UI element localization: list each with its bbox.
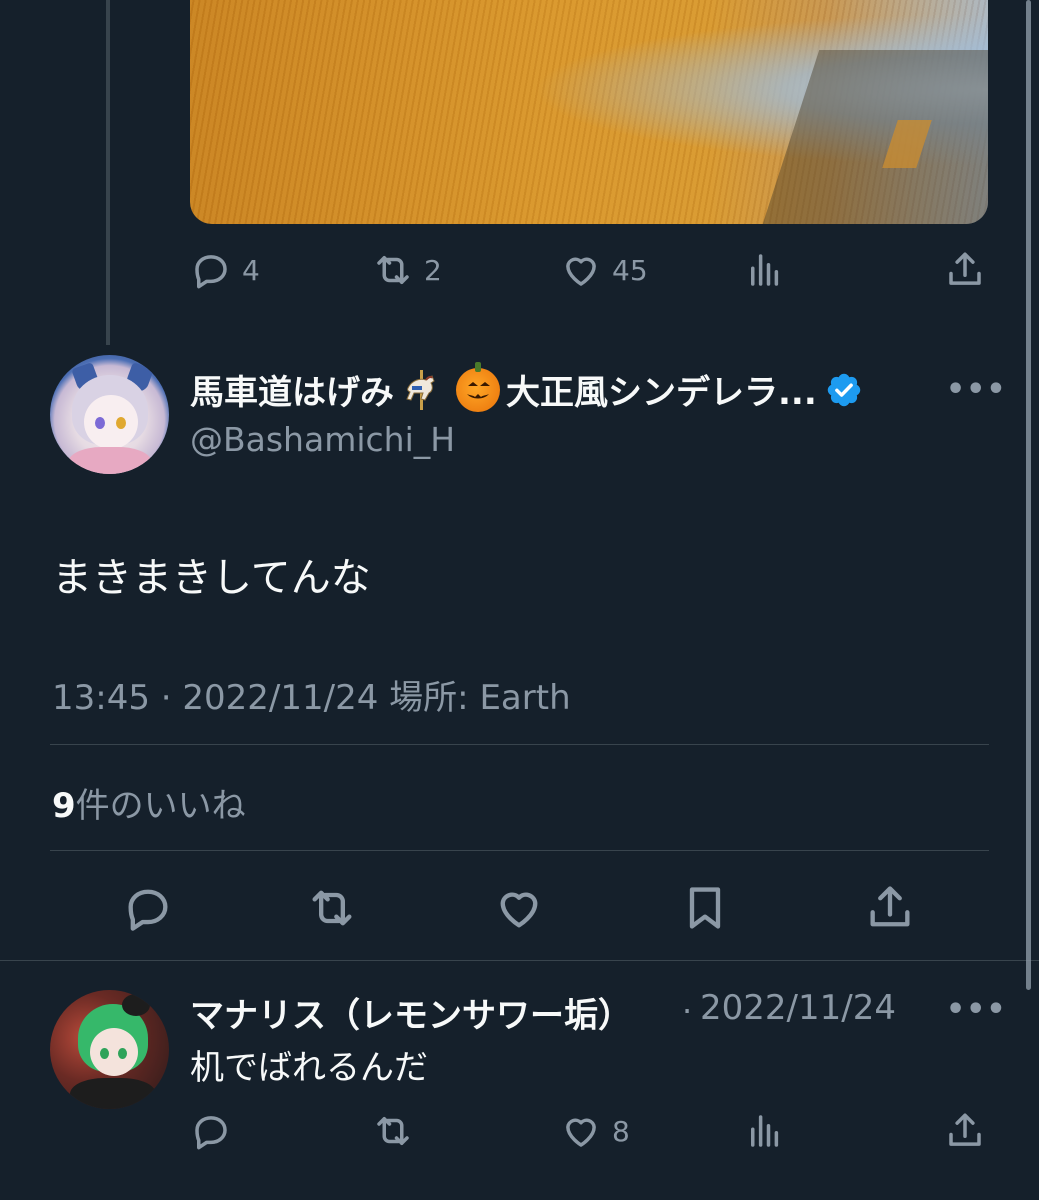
avatar-hat [122, 994, 150, 1016]
like-count: 8 [612, 1114, 630, 1148]
avatar-face [90, 1028, 138, 1076]
divider [50, 744, 989, 745]
verified-badge-icon [825, 371, 863, 409]
retweet-icon [377, 1117, 409, 1145]
more-options-icon[interactable]: ••• [946, 372, 1007, 407]
reply-more-options-icon[interactable]: ••• [946, 992, 1007, 1027]
reply-display-name[interactable]: マナリス（レモンサワー垢） [190, 988, 632, 1037]
prev-retweet-action[interactable]: 2 [372, 249, 442, 291]
share-icon [949, 1113, 981, 1146]
avatar-manaris[interactable] [50, 990, 169, 1109]
share-icon [949, 252, 981, 285]
photo-shadow [760, 50, 988, 224]
scrollbar[interactable] [1026, 0, 1031, 990]
bookmark-button[interactable] [679, 882, 731, 938]
views-icon [751, 254, 779, 286]
avatar-face [84, 395, 138, 449]
bookmark-icon [689, 887, 721, 929]
prev-views-action[interactable] [744, 249, 786, 291]
reply-icon [128, 889, 168, 931]
reply-icon [195, 255, 227, 289]
reply-views-action[interactable] [744, 1110, 786, 1152]
views-icon [751, 1115, 779, 1147]
reply-reply-action[interactable] [190, 1110, 232, 1152]
reply-like-action[interactable]: 8 [560, 1110, 630, 1152]
prev-reply-action[interactable]: 4 [190, 249, 260, 291]
reply-retweet-action[interactable] [372, 1110, 414, 1152]
like-icon [566, 1118, 596, 1147]
carousel-horse-icon [400, 368, 444, 412]
tweet-text: まきまきしてんな [52, 555, 371, 601]
avatar-body [68, 447, 152, 474]
avatar-body [70, 1078, 156, 1109]
jack-o-lantern-icon [456, 361, 500, 412]
prev-share-action[interactable] [944, 249, 986, 291]
like-button[interactable] [493, 882, 545, 938]
tweet-timestamp[interactable]: 13:45 · 2022/11/24 場所: Earth [52, 670, 571, 719]
reply-count: 4 [242, 253, 260, 287]
retweet-icon [377, 256, 409, 284]
prev-like-action[interactable]: 45 [560, 249, 648, 291]
avatar-eye-right [118, 1048, 127, 1059]
share-icon [870, 886, 910, 927]
reply-text: 机でばれるんだ [190, 1048, 428, 1088]
tweet-photo[interactable] [190, 0, 988, 224]
divider [50, 850, 989, 851]
section-divider [0, 960, 1039, 961]
avatar-eye-left [100, 1048, 109, 1059]
likes-label: 件のいいね [75, 786, 246, 826]
retweet-count: 2 [424, 253, 442, 287]
display-name-suffix: 大正風シンデレラ... [506, 373, 817, 413]
reply-button[interactable] [122, 882, 174, 938]
thread-line [106, 0, 110, 345]
likes-count: 9 [52, 786, 76, 826]
avatar-bashamichi[interactable] [50, 355, 169, 474]
retweet-button[interactable] [306, 882, 358, 938]
avatar-eye-left [95, 417, 105, 429]
likes-summary[interactable]: 9件のいいね [52, 778, 246, 827]
retweet-icon [312, 890, 352, 926]
reply-share-action[interactable] [944, 1110, 986, 1152]
display-name-text: 馬車道はげみ [190, 373, 394, 413]
avatar-eye-right [116, 417, 126, 429]
user-handle[interactable]: @Bashamichi_H [190, 420, 455, 459]
reply-separator: · [682, 992, 693, 1030]
like-icon [566, 257, 596, 286]
like-icon [500, 892, 538, 928]
reply-icon [195, 1116, 227, 1150]
display-name[interactable]: 馬車道はげみ 大正風シンデレラ... [190, 361, 863, 414]
share-button[interactable] [864, 882, 916, 938]
reply-date[interactable]: 2022/11/24 [700, 988, 896, 1028]
like-count: 45 [612, 253, 648, 287]
